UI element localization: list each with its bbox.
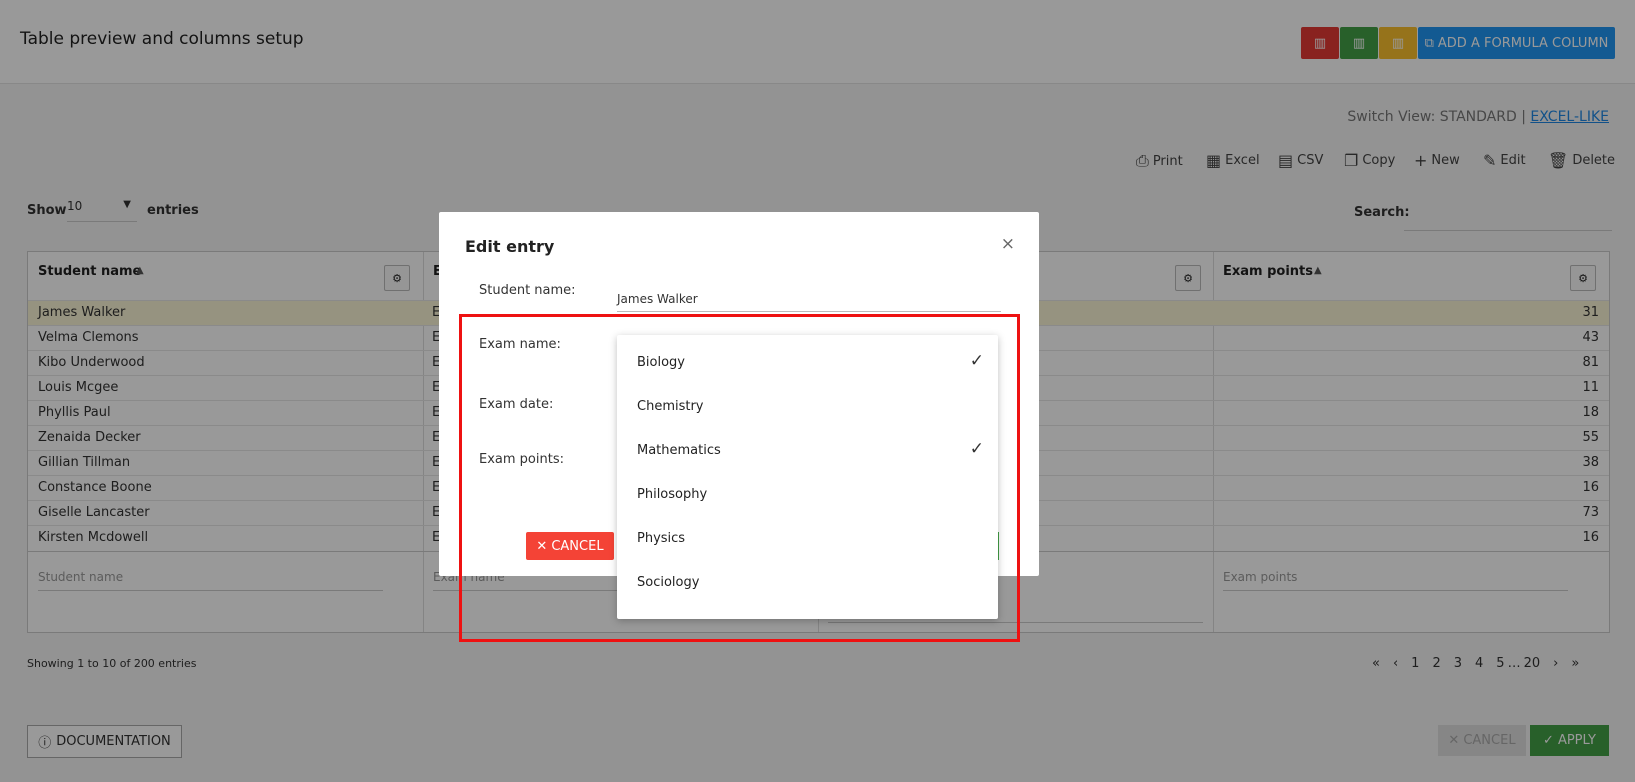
close-icon[interactable]: × [1001, 234, 1015, 254]
student-name-input[interactable]: James Walker [617, 286, 1001, 312]
highlight-box [459, 314, 1020, 642]
modal-title: Edit entry [465, 237, 555, 256]
student-name-label: Student name: [479, 283, 576, 298]
student-name-value: James Walker [617, 292, 698, 306]
